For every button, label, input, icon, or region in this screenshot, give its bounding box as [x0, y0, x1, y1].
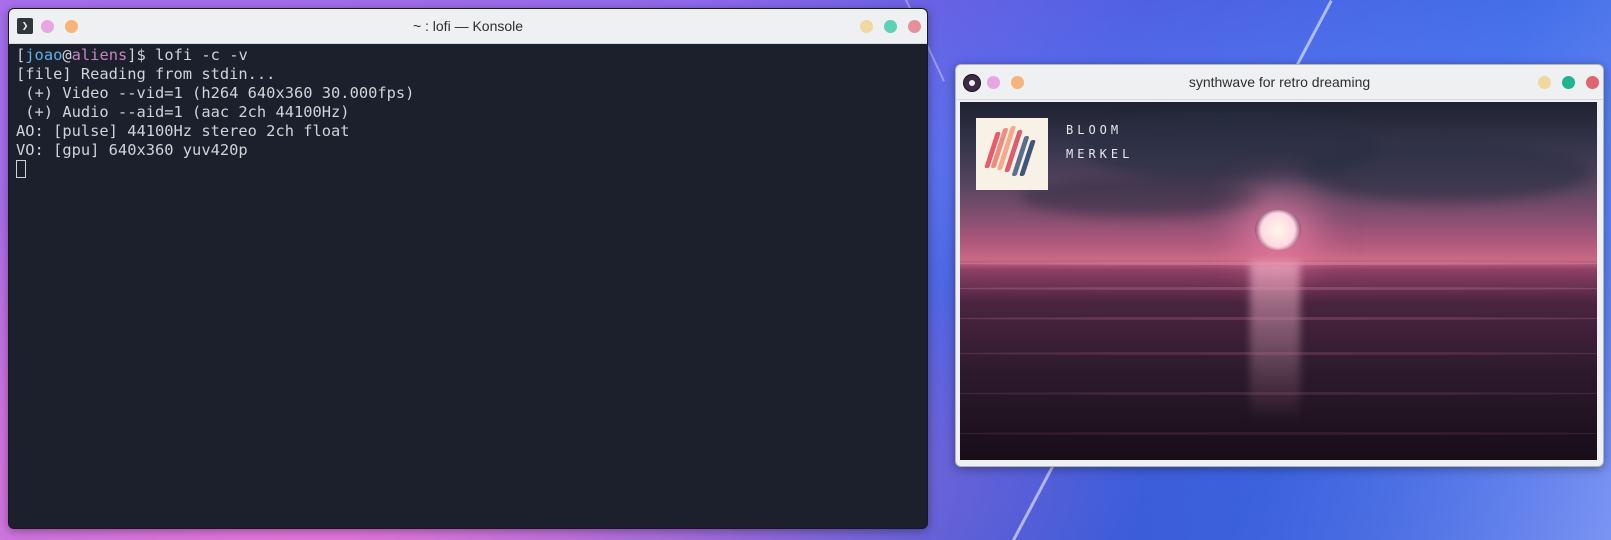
- wave: [960, 432, 1597, 435]
- media-player-icon[interactable]: [963, 74, 981, 92]
- maximize-button[interactable]: [1562, 76, 1575, 89]
- prompt-host: aliens: [71, 46, 128, 64]
- wave: [960, 392, 1597, 395]
- maximize-button[interactable]: [884, 20, 897, 33]
- output-line: AO: [pulse] 44100Hz stereo 2ch float: [16, 122, 350, 140]
- cloud: [1020, 177, 1260, 217]
- video-player-window[interactable]: synthwave for retro dreaming BLOOM MERKE…: [955, 64, 1604, 467]
- wave: [960, 287, 1597, 290]
- wave: [960, 262, 1597, 265]
- video-frame[interactable]: BLOOM MERKEL: [960, 102, 1597, 460]
- keep-on-all-desktops-button[interactable]: [987, 76, 1000, 89]
- cursor-line: [16, 160, 920, 179]
- output-line: (+) Video --vid=1 (h264 640x360 30.000fp…: [16, 84, 415, 102]
- artist-line-2: MERKEL: [1066, 147, 1134, 161]
- window-title: synthwave for retro dreaming: [1188, 74, 1371, 90]
- wave: [960, 317, 1597, 320]
- terminal-cursor: [16, 160, 26, 178]
- window-title: ~ : lofi — Konsole: [412, 18, 524, 34]
- sun-reflection: [1250, 262, 1300, 422]
- prompt-bracket: [: [16, 46, 26, 64]
- output-line: (+) Audio --aid=1 (aac 2ch 44100Hz): [16, 103, 350, 121]
- prompt-symbol: ]$: [127, 46, 156, 64]
- prompt-user: joao: [25, 46, 63, 64]
- output-line: VO: [gpu] 640x360 yuv420p: [16, 141, 248, 159]
- konsole-window[interactable]: ❯ ~ : lofi — Konsole [joao@aliens]$ lofi…: [8, 8, 928, 529]
- artist-line-1: BLOOM: [1066, 123, 1123, 137]
- konsole-titlebar[interactable]: ❯ ~ : lofi — Konsole: [9, 9, 927, 44]
- close-button[interactable]: [908, 20, 921, 33]
- keep-on-all-desktops-button[interactable]: [41, 20, 54, 33]
- prompt-line: [joao@aliens]$ lofi -c -v: [16, 46, 920, 65]
- terminal-area[interactable]: [joao@aliens]$ lofi -c -v [file] Reading…: [13, 44, 923, 524]
- terminal-icon[interactable]: ❯: [17, 18, 33, 34]
- close-button[interactable]: [1586, 76, 1599, 89]
- cloud: [1300, 142, 1590, 202]
- album-cover: [976, 118, 1048, 190]
- player-titlebar[interactable]: synthwave for retro dreaming: [956, 65, 1603, 100]
- prompt-at: @: [62, 46, 72, 64]
- keep-above-button[interactable]: [1011, 76, 1024, 89]
- minimize-button[interactable]: [1538, 76, 1551, 89]
- command-text: lofi -c -v: [155, 46, 248, 64]
- sun: [1255, 210, 1301, 250]
- wave: [960, 352, 1597, 355]
- keep-above-button[interactable]: [65, 20, 78, 33]
- output-line: [file] Reading from stdin...: [16, 65, 276, 83]
- minimize-button[interactable]: [860, 20, 873, 33]
